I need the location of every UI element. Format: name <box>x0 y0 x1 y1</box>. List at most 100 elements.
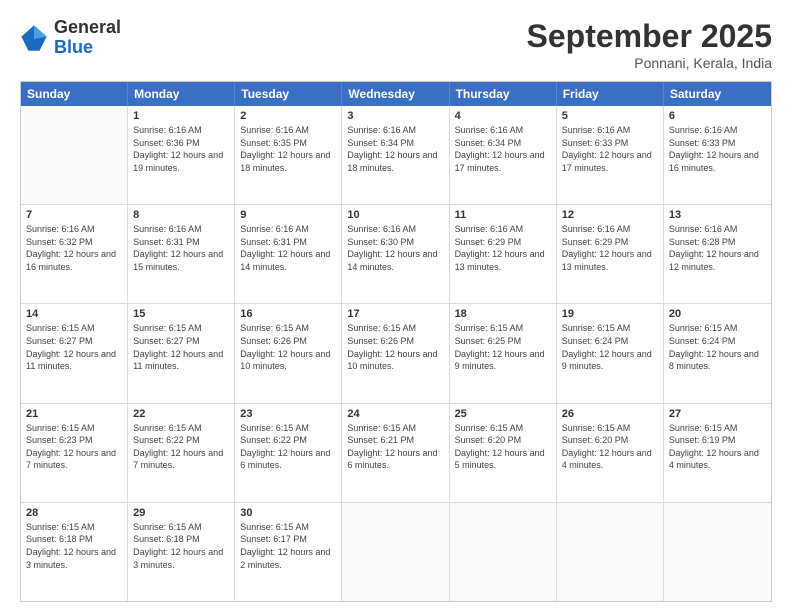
cell-info: Sunrise: 6:16 AM Sunset: 6:33 PM Dayligh… <box>669 124 766 174</box>
cell-info: Sunrise: 6:15 AM Sunset: 6:26 PM Dayligh… <box>347 322 443 372</box>
cell-info: Sunrise: 6:15 AM Sunset: 6:23 PM Dayligh… <box>26 422 122 472</box>
cell-info: Sunrise: 6:16 AM Sunset: 6:29 PM Dayligh… <box>562 223 658 273</box>
cell-info: Sunrise: 6:15 AM Sunset: 6:17 PM Dayligh… <box>240 521 336 571</box>
cell-info: Sunrise: 6:16 AM Sunset: 6:31 PM Dayligh… <box>240 223 336 273</box>
table-row: 16 Sunrise: 6:15 AM Sunset: 6:26 PM Dayli… <box>235 304 342 402</box>
table-row: 14 Sunrise: 6:15 AM Sunset: 6:27 PM Dayli… <box>21 304 128 402</box>
table-row: 3 Sunrise: 6:16 AM Sunset: 6:34 PM Daylig… <box>342 106 449 204</box>
cell-info: Sunrise: 6:15 AM Sunset: 6:19 PM Dayligh… <box>669 422 766 472</box>
table-row: 9 Sunrise: 6:16 AM Sunset: 6:31 PM Daylig… <box>235 205 342 303</box>
day-number: 10 <box>347 209 443 221</box>
day-number: 5 <box>562 110 658 122</box>
calendar: SundayMondayTuesdayWednesdayThursdayFrid… <box>20 81 772 602</box>
table-row: 30 Sunrise: 6:15 AM Sunset: 6:17 PM Dayli… <box>235 503 342 601</box>
table-row: 2 Sunrise: 6:16 AM Sunset: 6:35 PM Daylig… <box>235 106 342 204</box>
table-row: 5Sunrise: 6:16 AM Sunset: 6:33 PM Daylig… <box>557 106 664 204</box>
table-row: 10 Sunrise: 6:16 AM Sunset: 6:30 PM Dayli… <box>342 205 449 303</box>
table-row: 13Sunrise: 6:16 AM Sunset: 6:28 PM Dayli… <box>664 205 771 303</box>
cell-info: Sunrise: 6:15 AM Sunset: 6:21 PM Dayligh… <box>347 422 443 472</box>
day-header-thursday: Thursday <box>450 82 557 106</box>
calendar-body: 1 Sunrise: 6:16 AM Sunset: 6:36 PM Daylig… <box>21 106 771 601</box>
calendar-header: SundayMondayTuesdayWednesdayThursdayFrid… <box>21 82 771 106</box>
table-row: 1 Sunrise: 6:16 AM Sunset: 6:36 PM Daylig… <box>128 106 235 204</box>
day-number: 23 <box>240 408 336 420</box>
cell-info: Sunrise: 6:15 AM Sunset: 6:20 PM Dayligh… <box>455 422 551 472</box>
cell-info: Sunrise: 6:15 AM Sunset: 6:22 PM Dayligh… <box>240 422 336 472</box>
cell-info: Sunrise: 6:15 AM Sunset: 6:26 PM Dayligh… <box>240 322 336 372</box>
cell-info: Sunrise: 6:16 AM Sunset: 6:30 PM Dayligh… <box>347 223 443 273</box>
cell-info: Sunrise: 6:16 AM Sunset: 6:32 PM Dayligh… <box>26 223 122 273</box>
day-number: 20 <box>669 308 766 320</box>
logo-line2: Blue <box>54 38 121 58</box>
day-number: 14 <box>26 308 122 320</box>
table-row <box>557 503 664 601</box>
table-row: 19 Sunrise: 6:15 AM Sunset: 6:24 PM Dayli… <box>557 304 664 402</box>
day-number: 13 <box>669 209 766 221</box>
table-row: 15Sunrise: 6:15 AM Sunset: 6:27 PM Dayli… <box>128 304 235 402</box>
table-row: 18 Sunrise: 6:15 AM Sunset: 6:25 PM Dayli… <box>450 304 557 402</box>
day-number: 22 <box>133 408 229 420</box>
day-number: 11 <box>455 209 551 221</box>
cell-info: Sunrise: 6:16 AM Sunset: 6:34 PM Dayligh… <box>347 124 443 174</box>
day-number: 9 <box>240 209 336 221</box>
cell-info: Sunrise: 6:15 AM Sunset: 6:27 PM Dayligh… <box>133 322 229 372</box>
table-row: 6 Sunrise: 6:16 AM Sunset: 6:33 PM Daylig… <box>664 106 771 204</box>
week-row-3: 21Sunrise: 6:15 AM Sunset: 6:23 PM Dayli… <box>21 403 771 502</box>
day-number: 18 <box>455 308 551 320</box>
table-row: 25Sunrise: 6:15 AM Sunset: 6:20 PM Dayli… <box>450 404 557 502</box>
table-row: 8Sunrise: 6:16 AM Sunset: 6:31 PM Daylig… <box>128 205 235 303</box>
logo-line1: General <box>54 18 121 38</box>
week-row-1: 7 Sunrise: 6:16 AM Sunset: 6:32 PM Daylig… <box>21 204 771 303</box>
day-header-friday: Friday <box>557 82 664 106</box>
table-row: 17 Sunrise: 6:15 AM Sunset: 6:26 PM Dayli… <box>342 304 449 402</box>
day-number: 17 <box>347 308 443 320</box>
cell-info: Sunrise: 6:16 AM Sunset: 6:35 PM Dayligh… <box>240 124 336 174</box>
day-number: 12 <box>562 209 658 221</box>
table-row <box>664 503 771 601</box>
cell-info: Sunrise: 6:15 AM Sunset: 6:27 PM Dayligh… <box>26 322 122 372</box>
week-row-2: 14 Sunrise: 6:15 AM Sunset: 6:27 PM Dayli… <box>21 303 771 402</box>
table-row: 29Sunrise: 6:15 AM Sunset: 6:18 PM Dayli… <box>128 503 235 601</box>
cell-info: Sunrise: 6:16 AM Sunset: 6:36 PM Dayligh… <box>133 124 229 174</box>
day-number: 3 <box>347 110 443 122</box>
day-number: 16 <box>240 308 336 320</box>
day-number: 1 <box>133 110 229 122</box>
day-number: 28 <box>26 507 122 519</box>
week-row-4: 28 Sunrise: 6:15 AM Sunset: 6:18 PM Dayli… <box>21 502 771 601</box>
cell-info: Sunrise: 6:15 AM Sunset: 6:25 PM Dayligh… <box>455 322 551 372</box>
cell-info: Sunrise: 6:15 AM Sunset: 6:24 PM Dayligh… <box>562 322 658 372</box>
cell-info: Sunrise: 6:16 AM Sunset: 6:29 PM Dayligh… <box>455 223 551 273</box>
day-number: 30 <box>240 507 336 519</box>
cell-info: Sunrise: 6:15 AM Sunset: 6:20 PM Dayligh… <box>562 422 658 472</box>
week-row-0: 1 Sunrise: 6:16 AM Sunset: 6:36 PM Daylig… <box>21 106 771 204</box>
header: General Blue September 2025 Ponnani, Ker… <box>20 18 772 71</box>
table-row: 26 Sunrise: 6:15 AM Sunset: 6:20 PM Dayli… <box>557 404 664 502</box>
day-number: 7 <box>26 209 122 221</box>
day-number: 8 <box>133 209 229 221</box>
day-header-tuesday: Tuesday <box>235 82 342 106</box>
cell-info: Sunrise: 6:16 AM Sunset: 6:34 PM Dayligh… <box>455 124 551 174</box>
table-row <box>450 503 557 601</box>
logo-text: General Blue <box>54 18 121 58</box>
day-header-sunday: Sunday <box>21 82 128 106</box>
day-number: 19 <box>562 308 658 320</box>
day-number: 2 <box>240 110 336 122</box>
title-block: September 2025 Ponnani, Kerala, India <box>527 18 772 71</box>
cell-info: Sunrise: 6:15 AM Sunset: 6:18 PM Dayligh… <box>26 521 122 571</box>
day-number: 24 <box>347 408 443 420</box>
table-row: 11 Sunrise: 6:16 AM Sunset: 6:29 PM Dayli… <box>450 205 557 303</box>
table-row: 27 Sunrise: 6:15 AM Sunset: 6:19 PM Dayli… <box>664 404 771 502</box>
location: Ponnani, Kerala, India <box>527 55 772 71</box>
table-row: 23 Sunrise: 6:15 AM Sunset: 6:22 PM Dayli… <box>235 404 342 502</box>
logo-icon <box>20 24 48 52</box>
cell-info: Sunrise: 6:15 AM Sunset: 6:18 PM Dayligh… <box>133 521 229 571</box>
day-number: 27 <box>669 408 766 420</box>
table-row: 22Sunrise: 6:15 AM Sunset: 6:22 PM Dayli… <box>128 404 235 502</box>
day-number: 26 <box>562 408 658 420</box>
page: General Blue September 2025 Ponnani, Ker… <box>0 0 792 612</box>
logo: General Blue <box>20 18 121 58</box>
table-row: 4Sunrise: 6:16 AM Sunset: 6:34 PM Daylig… <box>450 106 557 204</box>
day-header-monday: Monday <box>128 82 235 106</box>
day-number: 6 <box>669 110 766 122</box>
table-row: 12 Sunrise: 6:16 AM Sunset: 6:29 PM Dayli… <box>557 205 664 303</box>
